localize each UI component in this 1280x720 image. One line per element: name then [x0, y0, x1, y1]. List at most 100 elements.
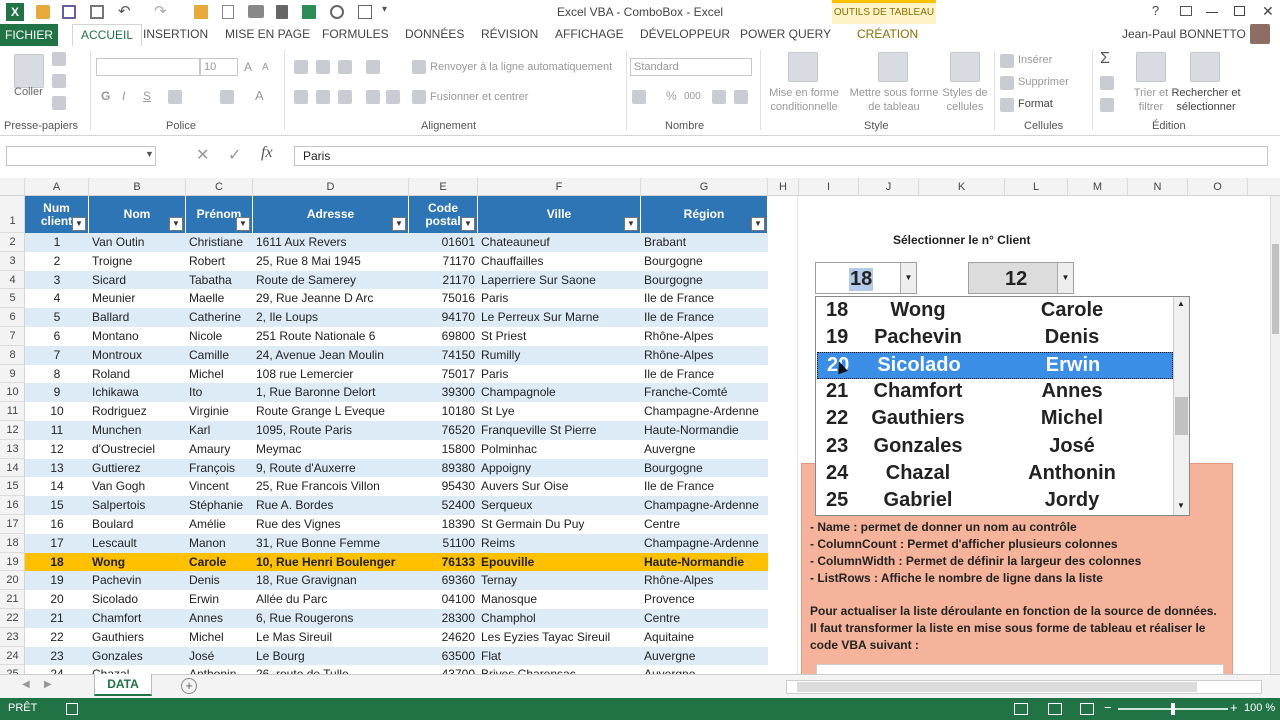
cell-adresse[interactable]: 9, Route d'Auxerre — [253, 459, 409, 478]
page-layout-icon[interactable] — [1048, 703, 1062, 715]
cell-region[interactable]: Bourgogne — [641, 252, 768, 271]
cell-ville[interactable]: Paris — [478, 365, 641, 384]
cell-prenom[interactable]: Michel — [186, 365, 253, 384]
cell-region[interactable]: Ile de France — [641, 477, 768, 496]
cell-num[interactable]: 8 — [25, 365, 89, 384]
row-header[interactable]: 16 — [0, 496, 24, 515]
header-code-postal[interactable]: Code postal ▼ — [409, 196, 478, 233]
cell-styles-icon[interactable] — [950, 52, 980, 82]
cell-nom[interactable]: Gauthiers — [89, 628, 186, 647]
cell-prenom[interactable]: Nicole — [186, 327, 253, 346]
column-header[interactable]: A — [25, 178, 89, 196]
thousands-button[interactable]: 000 — [684, 91, 701, 102]
row-header[interactable]: 23 — [0, 628, 24, 647]
cell-region[interactable]: Champagne-Ardenne — [641, 402, 768, 421]
cell-region[interactable]: Champagne-Ardenne — [641, 534, 768, 553]
clear-icon[interactable] — [1100, 98, 1114, 112]
cell-nom[interactable]: Lescault — [89, 534, 186, 553]
cell-region[interactable]: Centre — [641, 609, 768, 628]
cell-adresse[interactable]: 18, Rue Gravignan — [253, 571, 409, 590]
align-left-icon[interactable] — [294, 90, 308, 104]
tab-power-query[interactable]: POWER QUERY — [740, 27, 831, 41]
cell-region[interactable]: Bourgogne — [641, 459, 768, 478]
cell-num[interactable]: 7 — [25, 346, 89, 365]
row-header[interactable]: 4 — [0, 271, 24, 290]
cell-region[interactable]: Haute-Normandie — [641, 553, 768, 572]
new-file-icon[interactable] — [222, 5, 234, 19]
cell-ville[interactable]: Le Perreux Sur Marne — [478, 308, 641, 327]
cell-region[interactable]: Haute-Normandie — [641, 421, 768, 440]
cell-adresse[interactable]: Route Grange L Eveque — [253, 402, 409, 421]
column-header[interactable]: E — [409, 178, 478, 196]
cell-adresse[interactable]: 24, Avenue Jean Moulin — [253, 346, 409, 365]
cell-region[interactable]: Ile de France — [641, 308, 768, 327]
cell-nom[interactable]: Salpertois — [89, 496, 186, 515]
cell-region[interactable]: Franche-Comté — [641, 383, 768, 402]
tab-creation[interactable]: CRÉATION — [857, 27, 918, 41]
cell-region[interactable]: Bourgogne — [641, 271, 768, 290]
name-box[interactable] — [6, 146, 156, 166]
cell-nom[interactable]: Sicolado — [89, 590, 186, 609]
cell-prenom[interactable]: Camille — [186, 346, 253, 365]
cell-ville[interactable]: Serqueux — [478, 496, 641, 515]
cell-num[interactable]: 10 — [25, 402, 89, 421]
cell-nom[interactable]: Chazal — [89, 665, 186, 674]
cell-adresse[interactable]: 31, Rue Bonne Femme — [253, 534, 409, 553]
second-combobox[interactable]: 12 ▼ — [968, 262, 1074, 294]
cell-adresse[interactable]: Le Mas Sireuil — [253, 628, 409, 647]
cell-region[interactable]: Rhône-Alpes — [641, 346, 768, 365]
header-adresse[interactable]: Adresse ▼ — [253, 196, 409, 233]
undo-icon[interactable]: ↶ — [118, 2, 131, 20]
cell-adresse[interactable]: 10, Rue Henri Boulenger — [253, 553, 409, 572]
cell-region[interactable]: Rhône-Alpes — [641, 327, 768, 346]
shrink-font-icon[interactable]: A — [262, 62, 269, 73]
dropdown-item[interactable]: 19 Pachevin Denis — [817, 325, 1173, 352]
cell-region[interactable]: Provence — [641, 590, 768, 609]
filter-dropdown-icon[interactable]: ▼ — [461, 217, 475, 231]
cell-adresse[interactable]: Rue A. Bordes — [253, 496, 409, 515]
wrap-text-label[interactable]: Renvoyer à la ligne automatiquement — [430, 61, 612, 73]
cell-ville[interactable]: Polminhac — [478, 440, 641, 459]
cell-prenom[interactable]: Michel — [186, 628, 253, 647]
increase-decimal-icon[interactable] — [712, 90, 726, 104]
format-as-table-label[interactable]: Mettre sous forme de tableau — [846, 86, 942, 114]
filter-dropdown-icon[interactable]: ▼ — [236, 217, 250, 231]
filter-dropdown-icon[interactable]: ▼ — [624, 217, 638, 231]
row-header[interactable]: 17 — [0, 515, 24, 534]
chevron-down-icon[interactable]: ▼ — [900, 263, 916, 293]
cell-adresse[interactable]: 6, Rue Rougerons — [253, 609, 409, 628]
underline-button[interactable]: S — [143, 89, 151, 103]
cell-prenom[interactable]: Manon — [186, 534, 253, 553]
row-header[interactable]: 2 — [0, 233, 24, 252]
cell-code-postal[interactable]: 63500 — [409, 647, 478, 666]
minimize-icon[interactable] — [1206, 12, 1218, 13]
cell-num[interactable]: 2 — [25, 252, 89, 271]
cell-adresse[interactable]: 26, route de Tulle — [253, 665, 409, 674]
dropdown-item[interactable]: 23 Gonzales José — [817, 434, 1173, 461]
tab-revision[interactable]: RÉVISION — [481, 27, 538, 41]
insert-function-button[interactable]: fx — [261, 144, 273, 162]
header-region[interactable]: Région ▼ — [641, 196, 768, 233]
cell-nom[interactable]: Roland — [89, 365, 186, 384]
header-ville[interactable]: Ville ▼ — [478, 196, 641, 233]
cell-code-postal[interactable]: 24620 — [409, 628, 478, 647]
cell-prenom[interactable]: Anthonin — [186, 665, 253, 674]
avatar[interactable] — [1250, 24, 1270, 44]
row-header[interactable]: 19 — [0, 553, 24, 572]
cell-code-postal[interactable]: 74150 — [409, 346, 478, 365]
cell-num[interactable]: 11 — [25, 421, 89, 440]
cell-nom[interactable]: Boulard — [89, 515, 186, 534]
cell-code-postal[interactable]: 15800 — [409, 440, 478, 459]
cell-nom[interactable]: Gonzales — [89, 647, 186, 666]
cell-ville[interactable]: Reims — [478, 534, 641, 553]
cell-nom[interactable]: Munchen — [89, 421, 186, 440]
zoom-icon[interactable] — [330, 5, 344, 19]
cell-code-postal[interactable]: 18390 — [409, 515, 478, 534]
open-folder-icon[interactable] — [36, 5, 50, 19]
cell-ville[interactable]: Epouville — [478, 553, 641, 572]
header-prenom[interactable]: Prénom ▼ — [186, 196, 253, 233]
cell-ville[interactable]: Rumilly — [478, 346, 641, 365]
filter-dropdown-icon[interactable]: ▼ — [169, 217, 183, 231]
row-header[interactable]: 3 — [0, 252, 24, 271]
insert-cells-icon[interactable] — [1000, 54, 1014, 68]
